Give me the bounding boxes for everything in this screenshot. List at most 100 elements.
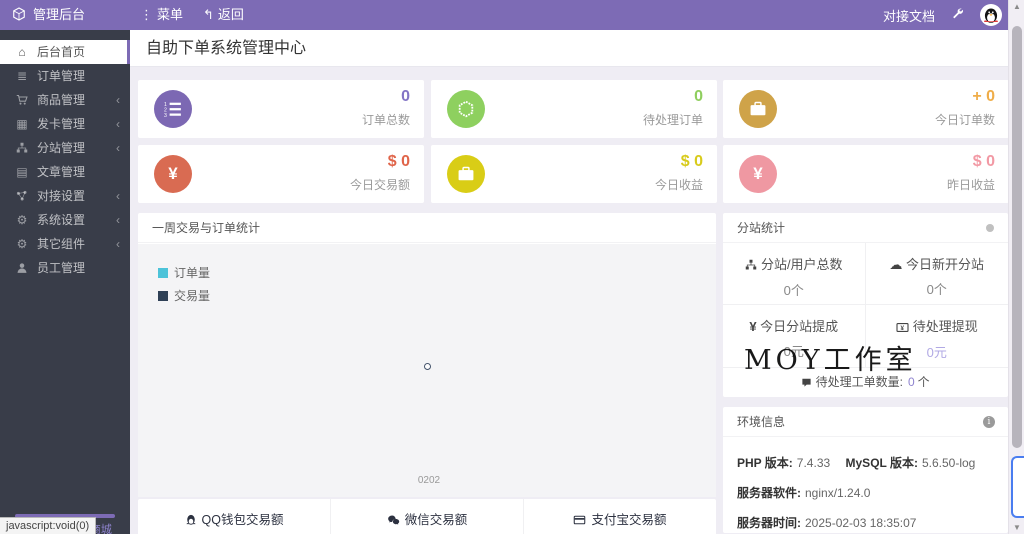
sidebar-item-components[interactable]: ⚙ 其它组件 ‹ bbox=[0, 232, 130, 256]
chat-bubble-icon bbox=[801, 370, 812, 399]
ticket-count: 0 bbox=[907, 375, 915, 389]
brand[interactable]: 管理后台 bbox=[0, 0, 130, 30]
kebab-menu-icon: ⋮ bbox=[140, 7, 153, 22]
brand-title: 管理后台 bbox=[33, 7, 86, 22]
sidebar-item-home[interactable]: ⌂ 后台首页 bbox=[0, 40, 130, 64]
back-button[interactable]: ↰ 返回 bbox=[203, 0, 244, 30]
sidebar-item-cards[interactable]: ▦ 发卡管理 ‹ bbox=[0, 112, 130, 136]
env-row-server: 服务器软件: nginx/1.24.0 bbox=[737, 486, 871, 500]
sitemap-icon bbox=[745, 259, 757, 274]
user-avatar[interactable] bbox=[980, 4, 1002, 26]
chevron-left-icon: ‹ bbox=[116, 117, 120, 131]
admin-dashboard: 管理后台 ⋮ 菜单 ↰ 返回 对接文档 ⌂ 后台首页 ≣ 订单管理 商品管理 ‹… bbox=[0, 0, 1024, 534]
substation-panel: 分站统计 分站/用户总数 0个 ☁ 今日新开分站 0个 ¥ 今日分站提成 0元 … bbox=[723, 213, 1008, 397]
scroll-down-icon[interactable]: ▼ bbox=[1009, 523, 1024, 532]
svg-text:3: 3 bbox=[164, 113, 167, 118]
wrench-icon[interactable] bbox=[951, 7, 964, 23]
payment-alipay: 支付宝交易额 0元 bbox=[523, 499, 716, 534]
sidebar-item-staff[interactable]: 员工管理 bbox=[0, 256, 130, 280]
environment-title: 环境信息 bbox=[737, 415, 786, 429]
topbar-right: 对接文档 bbox=[883, 0, 1002, 30]
chevron-left-icon: ‹ bbox=[116, 213, 120, 227]
hexagon-icon bbox=[447, 90, 485, 128]
chevron-left-icon: ‹ bbox=[116, 189, 120, 203]
home-icon: ⌂ bbox=[18, 45, 26, 59]
ordered-list-icon: 123 bbox=[154, 90, 192, 128]
substation-cell-withdraw: ¥ 待处理提现 0元 bbox=[866, 305, 1009, 367]
yen-icon: ¥ bbox=[739, 155, 777, 193]
substation-cell-users: 分站/用户总数 0个 bbox=[723, 243, 866, 305]
stat-value: $ 0 bbox=[680, 153, 703, 170]
substation-cell-commission: ¥ 今日分站提成 0元 bbox=[723, 305, 866, 367]
sidebar-item-substation[interactable]: 分站管理 ‹ bbox=[0, 136, 130, 160]
sidebar-item-system[interactable]: ⚙ 系统设置 ‹ bbox=[0, 208, 130, 232]
scroll-up-icon[interactable]: ▲ bbox=[1009, 2, 1024, 11]
sidebar-item-goods[interactable]: 商品管理 ‹ bbox=[0, 88, 130, 112]
stat-card-today-orders: + 0 今日订单数 bbox=[723, 80, 1009, 138]
substation-value: 0个 bbox=[783, 283, 804, 298]
floating-widget[interactable] bbox=[1011, 456, 1024, 518]
status-dot-icon bbox=[986, 224, 994, 232]
scrollbar-thumb[interactable] bbox=[1012, 26, 1022, 448]
banknote-icon: ¥ bbox=[896, 321, 909, 336]
briefcase-icon bbox=[447, 155, 485, 193]
gear-icon: ⚙ bbox=[16, 213, 28, 227]
weekly-chart-panel: 一周交易与订单统计 订单量 交易量 0202 bbox=[138, 213, 716, 497]
chart-data-point[interactable] bbox=[424, 363, 431, 370]
chart-legend: 订单量 交易量 bbox=[158, 264, 210, 310]
stat-label: 待处理订单 bbox=[642, 113, 703, 127]
cube-logo-icon bbox=[12, 2, 26, 32]
yen-icon: ¥ bbox=[154, 155, 192, 193]
wechat-icon bbox=[387, 514, 400, 529]
sidebar-item-orders[interactable]: ≣ 订单管理 bbox=[0, 64, 130, 88]
payments-panel: QQ钱包交易额 0元 微信交易额 0元 支付宝交易额 0元 bbox=[138, 499, 716, 534]
stat-label: 昨日收益 bbox=[946, 178, 995, 192]
qq-penguin-icon bbox=[983, 8, 999, 23]
scrollbar[interactable]: ▲ ▼ bbox=[1008, 0, 1024, 534]
substation-value: 0元 bbox=[783, 344, 804, 359]
sidebar-item-articles[interactable]: ▤ 文章管理 bbox=[0, 160, 130, 184]
stat-value: 0 bbox=[694, 88, 703, 105]
legend-item-orders[interactable]: 订单量 bbox=[158, 264, 210, 281]
environment-rows: PHP 版本: 7.4.33 MySQL 版本: 5.6.50-log 服务器软件:… bbox=[723, 437, 1008, 531]
legend-item-trades[interactable]: 交易量 bbox=[158, 287, 210, 304]
stat-value: $ 0 bbox=[972, 153, 995, 170]
docs-link[interactable]: 对接文档 bbox=[883, 6, 935, 25]
info-icon[interactable]: i bbox=[983, 416, 995, 428]
stat-label: 今日交易额 bbox=[349, 178, 410, 192]
sidebar-item-docking[interactable]: 对接设置 ‹ bbox=[0, 184, 130, 208]
stat-value: $ 0 bbox=[387, 153, 410, 170]
qq-icon bbox=[185, 513, 197, 529]
chevron-left-icon: ‹ bbox=[116, 93, 120, 107]
stat-label: 今日订单数 bbox=[934, 113, 995, 127]
substation-value: 0元 bbox=[926, 345, 947, 360]
chart-title: 一周交易与订单统计 bbox=[138, 213, 716, 243]
browser-status-bar: javascript:void(0) bbox=[0, 517, 97, 534]
nodes-icon bbox=[14, 184, 30, 208]
environment-panel: 环境信息 i PHP 版本: 7.4.33 MySQL 版本: 5.6.50-log … bbox=[723, 407, 1008, 533]
legend-swatch bbox=[158, 290, 168, 301]
stat-card-today-profit: $ 0 今日收益 bbox=[431, 145, 717, 203]
substation-value: 0个 bbox=[926, 282, 947, 297]
list-icon: ≣ bbox=[16, 69, 28, 83]
stat-card-yesterday-profit: ¥ $ 0 昨日收益 bbox=[723, 145, 1009, 203]
back-arrow-icon: ↰ bbox=[203, 7, 214, 22]
topbar: 管理后台 ⋮ 菜单 ↰ 返回 对接文档 bbox=[0, 0, 1024, 30]
credit-card-icon bbox=[573, 514, 586, 529]
payment-wechat: 微信交易额 0元 bbox=[330, 499, 523, 534]
stat-card-total-orders: 123 0 订单总数 bbox=[138, 80, 424, 138]
ticket-count-row: 待处理工单数量: 0 个 bbox=[723, 367, 1008, 396]
stat-label: 订单总数 bbox=[361, 113, 410, 127]
substation-title: 分站统计 bbox=[737, 221, 786, 235]
stat-label: 今日收益 bbox=[654, 178, 703, 192]
weekly-chart: 订单量 交易量 0202 bbox=[138, 244, 716, 497]
sidebar: ⌂ 后台首页 ≣ 订单管理 商品管理 ‹ ▦ 发卡管理 ‹ 分站管理 ‹ ▤ 文章管理 对接设… bbox=[0, 30, 130, 534]
cogs-icon: ⚙ bbox=[16, 237, 28, 251]
substation-cell-new: ☁ 今日新开分站 0个 bbox=[865, 243, 1008, 305]
legend-swatch bbox=[158, 267, 168, 278]
env-row-versions: PHP 版本: 7.4.33 MySQL 版本: 5.6.50-log bbox=[737, 456, 976, 470]
menu-toggle[interactable]: ⋮ 菜单 bbox=[140, 0, 183, 30]
stat-value: + 0 bbox=[972, 88, 995, 105]
book-icon: ▤ bbox=[16, 165, 28, 179]
topnav: ⋮ 菜单 ↰ 返回 bbox=[140, 0, 244, 30]
